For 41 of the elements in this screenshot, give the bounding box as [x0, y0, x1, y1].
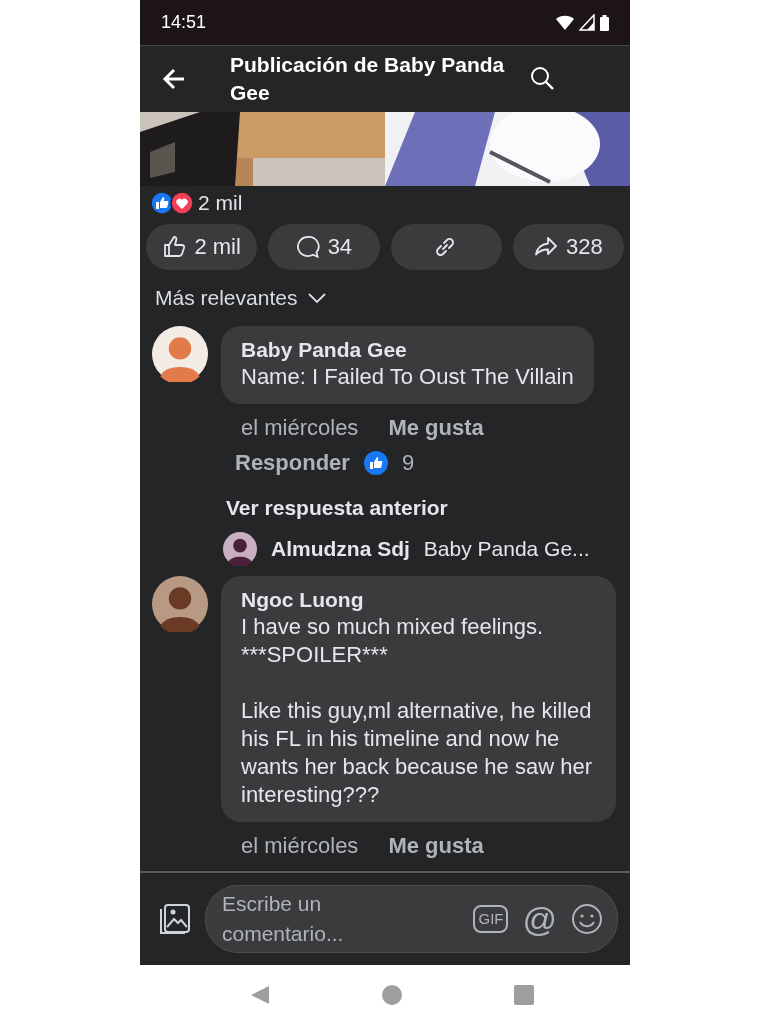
sort-dropdown[interactable]: Más relevantes — [155, 286, 298, 310]
author-name[interactable]: Ngoc Luong — [241, 587, 596, 613]
comment-field[interactable]: Escribe un comentario... GIF @ — [205, 885, 618, 953]
like-link[interactable]: Me gusta — [388, 416, 484, 440]
emoji-icon[interactable] — [571, 903, 603, 935]
author-name[interactable]: Almudzna Sdj — [271, 537, 410, 561]
page-title: Publicación de Baby Panda Gee — [230, 52, 506, 106]
back-arrow-icon[interactable] — [162, 68, 186, 90]
avatar-icon[interactable] — [152, 576, 208, 632]
like-button[interactable]: 2 mil — [146, 224, 258, 270]
reply-preview-text[interactable]: Baby Panda Ge... — [423, 537, 590, 561]
comment-time: el miércoles — [241, 834, 359, 858]
link-button[interactable] — [390, 224, 502, 270]
gallery-icon[interactable] — [157, 902, 191, 936]
clock-time: 14:51 — [161, 12, 207, 33]
signal-icon — [579, 14, 595, 31]
author-name[interactable]: Baby Panda Gee — [241, 337, 574, 363]
speech-bubble-icon — [295, 235, 322, 259]
gif-button[interactable]: GIF — [473, 905, 509, 933]
reaction-icons — [150, 191, 194, 215]
like-link[interactable]: Me gusta — [388, 834, 484, 858]
reply-link[interactable]: Responder — [235, 450, 350, 476]
comment-text: I have so much mixed feelings. ***SPOILER*** Like this guy,ml alternative, he killed his FL in his timeline and now he wants her back because he saw her interesting??? — [241, 613, 593, 809]
chevron-down-icon[interactable] — [307, 292, 328, 304]
comment-time: el miércoles — [241, 416, 359, 440]
like-count: 9 — [401, 450, 415, 476]
home-nav-icon[interactable] — [381, 984, 402, 1005]
comment-button[interactable]: 34 — [268, 224, 380, 270]
avatar-icon[interactable] — [152, 326, 208, 382]
like-badge-icon — [363, 451, 388, 475]
search-icon[interactable] — [530, 66, 556, 92]
battery-icon — [599, 13, 610, 32]
recents-nav-icon[interactable] — [513, 984, 534, 1005]
share-button[interactable]: 328 — [512, 224, 624, 270]
mention-button[interactable]: @ — [522, 902, 557, 936]
previous-reply-link[interactable]: Ver respuesta anterior — [226, 496, 616, 520]
comment-text: Name: I Failed To Oust The Villain — [241, 363, 574, 391]
wifi-icon — [555, 14, 575, 31]
reaction-count[interactable]: 2 mil — [198, 191, 243, 215]
back-nav-icon[interactable] — [249, 984, 270, 1005]
avatar-icon[interactable] — [223, 532, 257, 566]
